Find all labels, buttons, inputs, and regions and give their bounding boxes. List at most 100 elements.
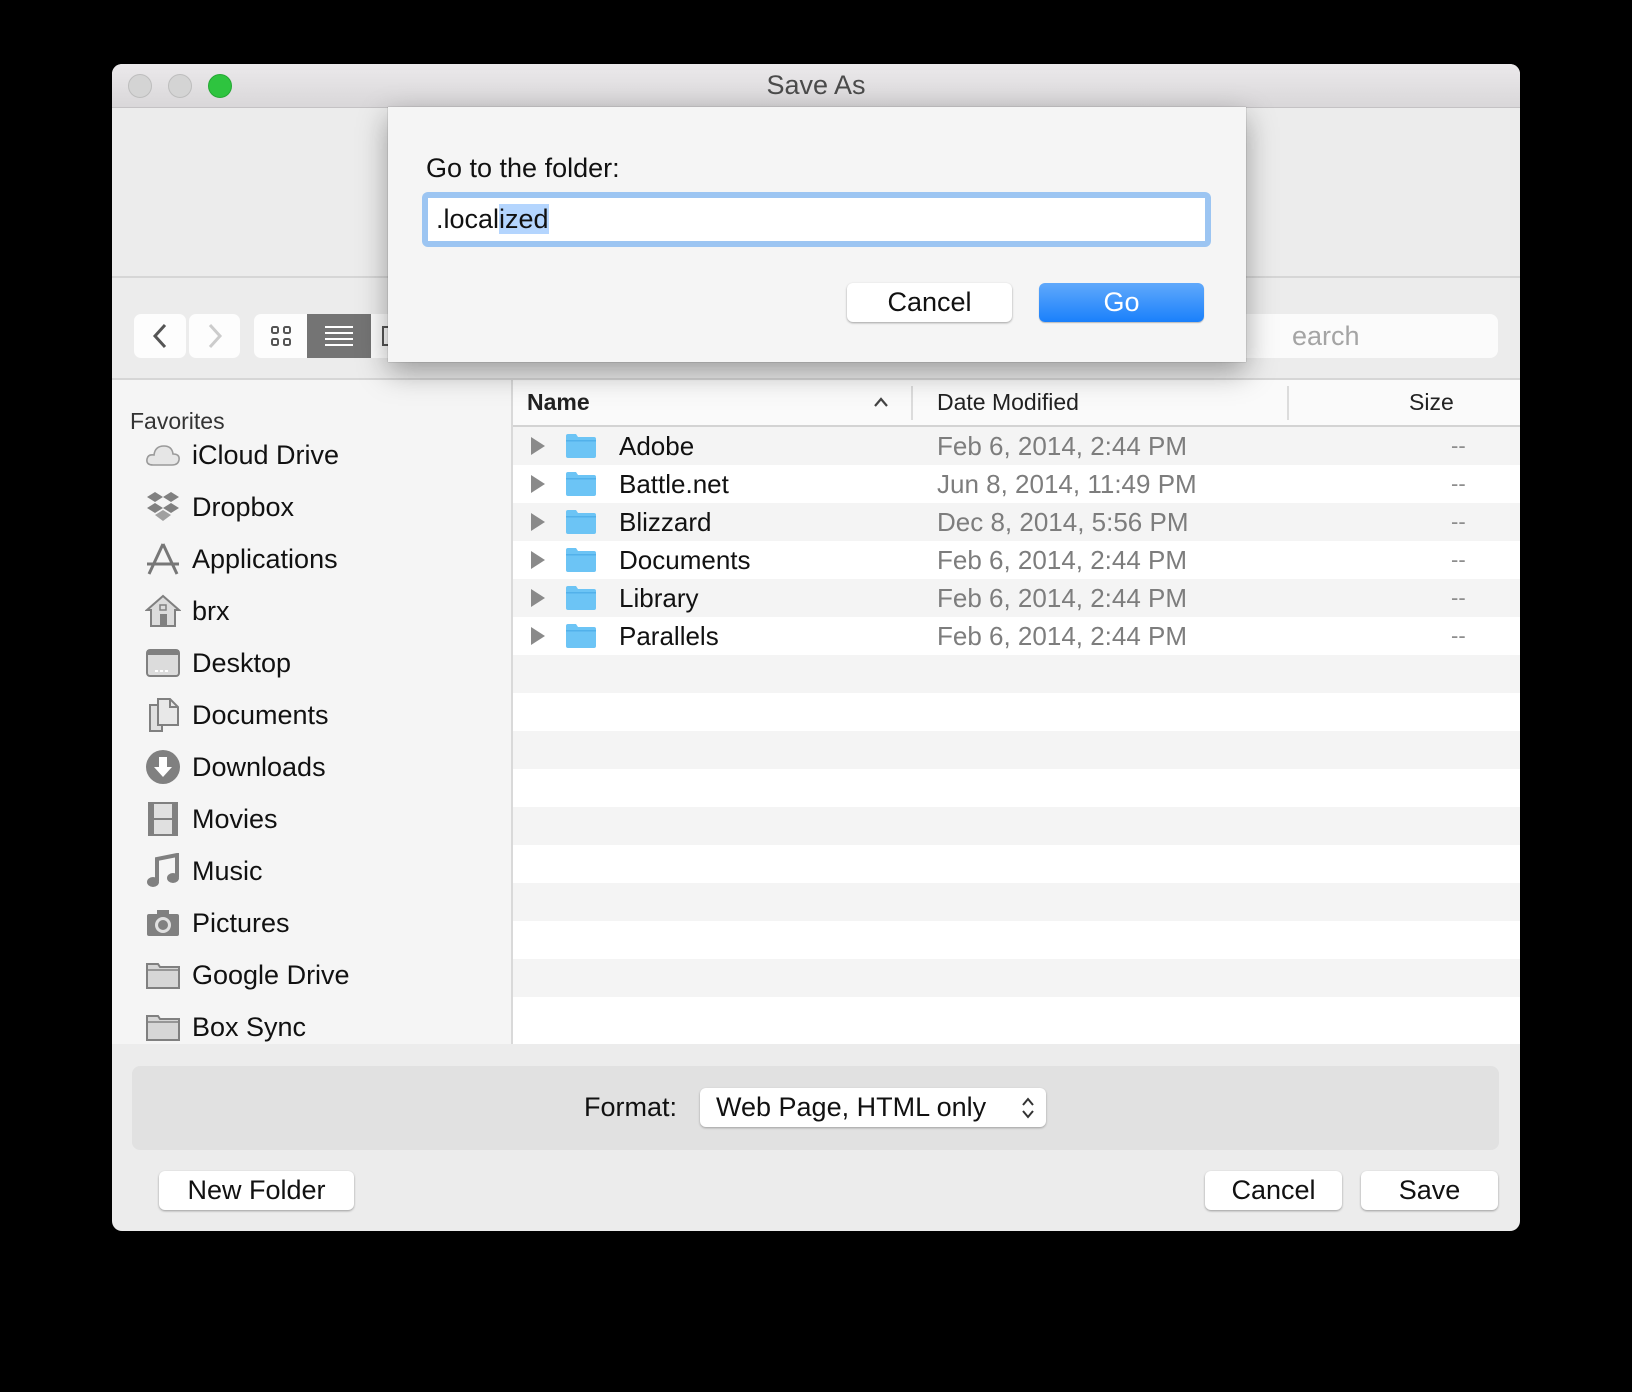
camera-icon — [144, 904, 182, 942]
folder-icon — [566, 434, 596, 458]
documents-icon — [144, 696, 182, 734]
applications-icon — [144, 540, 182, 578]
grid-icon — [270, 326, 291, 346]
new-folder-button[interactable]: New Folder — [159, 1171, 354, 1210]
format-panel: Format: Web Page, HTML only — [132, 1066, 1499, 1150]
sidebar-item-label: Dropbox — [192, 491, 295, 522]
empty-row — [513, 845, 1520, 883]
forward-button[interactable] — [189, 314, 240, 358]
sidebar-item-label: Movies — [192, 803, 278, 834]
sidebar-item-downloads[interactable]: Downloads — [144, 747, 504, 787]
column-header-size[interactable]: Size — [1409, 380, 1454, 425]
empty-row — [513, 769, 1520, 807]
cancel-button[interactable]: Cancel — [1205, 1171, 1342, 1210]
folder-icon — [566, 548, 596, 572]
file-size: -- — [1451, 471, 1466, 496]
file-date-modified: Dec 8, 2014, 5:56 PM — [937, 507, 1189, 537]
format-select[interactable]: Web Page, HTML only — [700, 1088, 1046, 1127]
favorites-section-label: Favorites — [130, 408, 225, 434]
disclosure-triangle-icon[interactable] — [531, 475, 545, 493]
sidebar-item-label: Google Drive — [192, 959, 350, 990]
file-row[interactable]: AdobeFeb 6, 2014, 2:44 PM--Fo — [513, 427, 1520, 465]
file-date-modified: Feb 6, 2014, 2:44 PM — [937, 621, 1188, 651]
go-to-folder-dialog: Go to the folder: .localized Cancel Go — [388, 107, 1246, 362]
file-size: -- — [1451, 585, 1466, 610]
file-date-modified: Feb 6, 2014, 2:44 PM — [937, 545, 1188, 575]
sidebar-item-dropbox[interactable]: Dropbox — [144, 487, 504, 527]
sidebar-item-google-drive[interactable]: Google Drive — [144, 955, 504, 995]
movies-icon — [144, 800, 182, 838]
file-name: Blizzard — [619, 507, 712, 537]
chevron-up-icon — [874, 397, 888, 407]
file-list: Name Date Modified Size Kin Adobe Feb 6, … — [513, 380, 1520, 1044]
window-title: Save As — [766, 70, 866, 100]
search-placeholder: earch — [1292, 321, 1360, 351]
folder-icon — [566, 586, 596, 610]
column-divider[interactable] — [1287, 386, 1289, 420]
sidebar-item-documents[interactable]: Documents — [144, 695, 504, 735]
back-button[interactable] — [134, 314, 186, 358]
file-size: -- — [1451, 433, 1466, 458]
sidebar-item-label: Music — [192, 855, 263, 886]
file-name: Library — [619, 583, 699, 613]
sidebar-item-label: Box Sync — [192, 1011, 307, 1042]
file-size: -- — [1451, 623, 1466, 648]
file-list-header: Name Date Modified Size Kin — [513, 380, 1520, 427]
save-button[interactable]: Save — [1361, 1171, 1498, 1210]
sidebar-item-label: Documents — [192, 699, 329, 730]
home-icon — [144, 592, 182, 630]
sidebar-item-icloud-drive[interactable]: iCloud Drive — [144, 435, 504, 475]
column-header-date-modified[interactable]: Date Modified — [937, 380, 1079, 425]
disclosure-triangle-icon[interactable] — [531, 551, 545, 569]
empty-row — [513, 883, 1520, 921]
chevron-left-icon — [152, 323, 167, 349]
folder-path-field-focus-ring: .localized — [422, 192, 1211, 247]
column-divider[interactable] — [911, 386, 913, 420]
column-header-name[interactable]: Name — [527, 380, 590, 425]
cloud-icon — [144, 436, 182, 474]
sidebar: Favorites iCloud Drive Dropbox Applicati… — [112, 380, 513, 1044]
sidebar-item-movies[interactable]: Movies — [144, 799, 504, 839]
sidebar-item-music[interactable]: Music — [144, 851, 504, 891]
empty-row — [513, 959, 1520, 997]
folder-icon — [566, 510, 596, 534]
empty-row — [513, 693, 1520, 731]
file-row[interactable]: DocumentsFeb 6, 2014, 2:44 PM--Fo — [513, 541, 1520, 579]
sidebar-item-label: brx — [192, 595, 230, 626]
sidebar-item-box-sync[interactable]: Box Sync — [144, 1007, 504, 1047]
disclosure-triangle-icon[interactable] — [531, 589, 545, 607]
file-row[interactable]: ParallelsFeb 6, 2014, 2:44 PM--Fo — [513, 617, 1520, 655]
empty-row — [513, 807, 1520, 845]
sidebar-item-pictures[interactable]: Pictures — [144, 903, 504, 943]
icon-view-button[interactable] — [254, 314, 307, 358]
downloads-icon — [144, 748, 182, 786]
file-name: Parallels — [619, 621, 719, 651]
disclosure-triangle-icon[interactable] — [531, 513, 545, 531]
disclosure-triangle-icon[interactable] — [531, 437, 545, 455]
file-row[interactable]: BlizzardDec 8, 2014, 5:56 PM--Fo — [513, 503, 1520, 541]
folder-path-text: .local — [436, 204, 500, 234]
folder-path-input[interactable]: .localized — [428, 198, 1205, 241]
go-button[interactable]: Go — [1039, 283, 1204, 322]
desktop-icon — [144, 644, 182, 682]
folder-icon — [144, 956, 182, 994]
sidebar-item-applications[interactable]: Applications — [144, 539, 504, 579]
file-date-modified: Jun 8, 2014, 11:49 PM — [937, 469, 1197, 499]
list-view-button[interactable] — [307, 314, 371, 358]
sidebar-item-label: Pictures — [192, 907, 290, 938]
file-name: Battle.net — [619, 469, 729, 499]
disclosure-triangle-icon[interactable] — [531, 627, 545, 645]
folder-icon — [566, 624, 596, 648]
dialog-cancel-button[interactable]: Cancel — [847, 283, 1012, 322]
file-date-modified: Feb 6, 2014, 2:44 PM — [937, 431, 1188, 461]
empty-row — [513, 731, 1520, 769]
sidebar-item-brx[interactable]: brx — [144, 591, 504, 631]
go-to-folder-label: Go to the folder: — [426, 153, 620, 183]
file-date-modified: Feb 6, 2014, 2:44 PM — [937, 583, 1188, 613]
folder-icon — [144, 1008, 182, 1046]
file-size: -- — [1451, 547, 1466, 572]
file-row[interactable]: LibraryFeb 6, 2014, 2:44 PM--Fo — [513, 579, 1520, 617]
file-row[interactable]: Battle.netJun 8, 2014, 11:49 PM--Fo — [513, 465, 1520, 503]
file-size: -- — [1451, 509, 1466, 534]
sidebar-item-desktop[interactable]: Desktop — [144, 643, 504, 683]
